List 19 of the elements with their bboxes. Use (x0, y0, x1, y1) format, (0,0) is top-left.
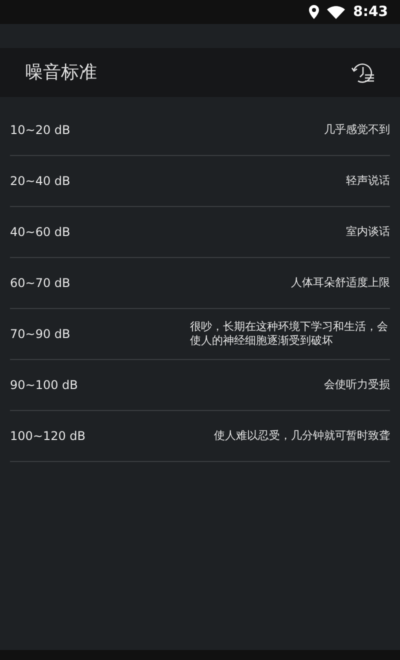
status-time: 8:43 (353, 2, 388, 22)
wifi-icon (327, 6, 346, 18)
decibel-range: 20~40 dB (10, 173, 70, 190)
decibel-range: 40~60 dB (10, 224, 70, 241)
decibel-range: 60~70 dB (10, 275, 70, 292)
location-icon (309, 5, 320, 19)
decibel-range: 100~120 dB (10, 428, 86, 445)
noise-description: 室内谈话 (346, 225, 390, 239)
noise-description: 使人难以忍受，几分钟就可暂时致聋 (214, 429, 390, 443)
decibel-range: 70~90 dB (10, 326, 70, 343)
noise-description: 轻声说话 (346, 174, 390, 188)
history-icon[interactable] (350, 60, 376, 84)
noise-description: 很吵，长期在这种环境下学习和生活，会使人的神经细胞逐渐受到破坏 (190, 320, 389, 348)
decibel-range: 10~20 dB (10, 122, 70, 139)
decibel-range: 90~100 dB (10, 377, 78, 394)
noise-description: 几乎感觉不到 (324, 123, 390, 137)
header-title: 噪音标准 (25, 61, 97, 85)
noise-description: 人体耳朵舒适度上限 (291, 276, 390, 290)
noise-description: 会使听力受损 (324, 378, 390, 392)
